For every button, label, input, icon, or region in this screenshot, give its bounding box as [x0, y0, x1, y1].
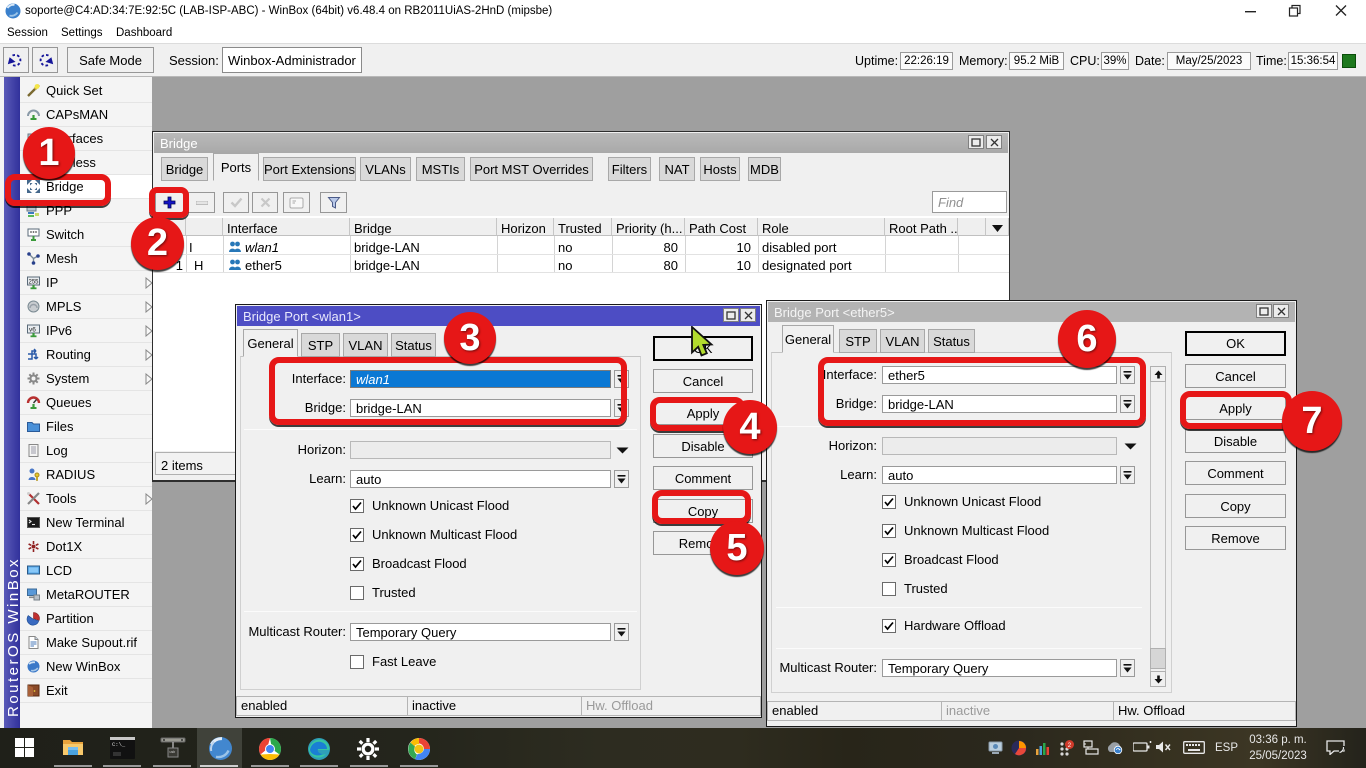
svg-text:usb: usb	[170, 750, 176, 754]
svg-text:C:\_: C:\_	[112, 741, 126, 748]
svg-text:255: 255	[29, 280, 40, 286]
svg-text:v6: v6	[29, 327, 36, 334]
